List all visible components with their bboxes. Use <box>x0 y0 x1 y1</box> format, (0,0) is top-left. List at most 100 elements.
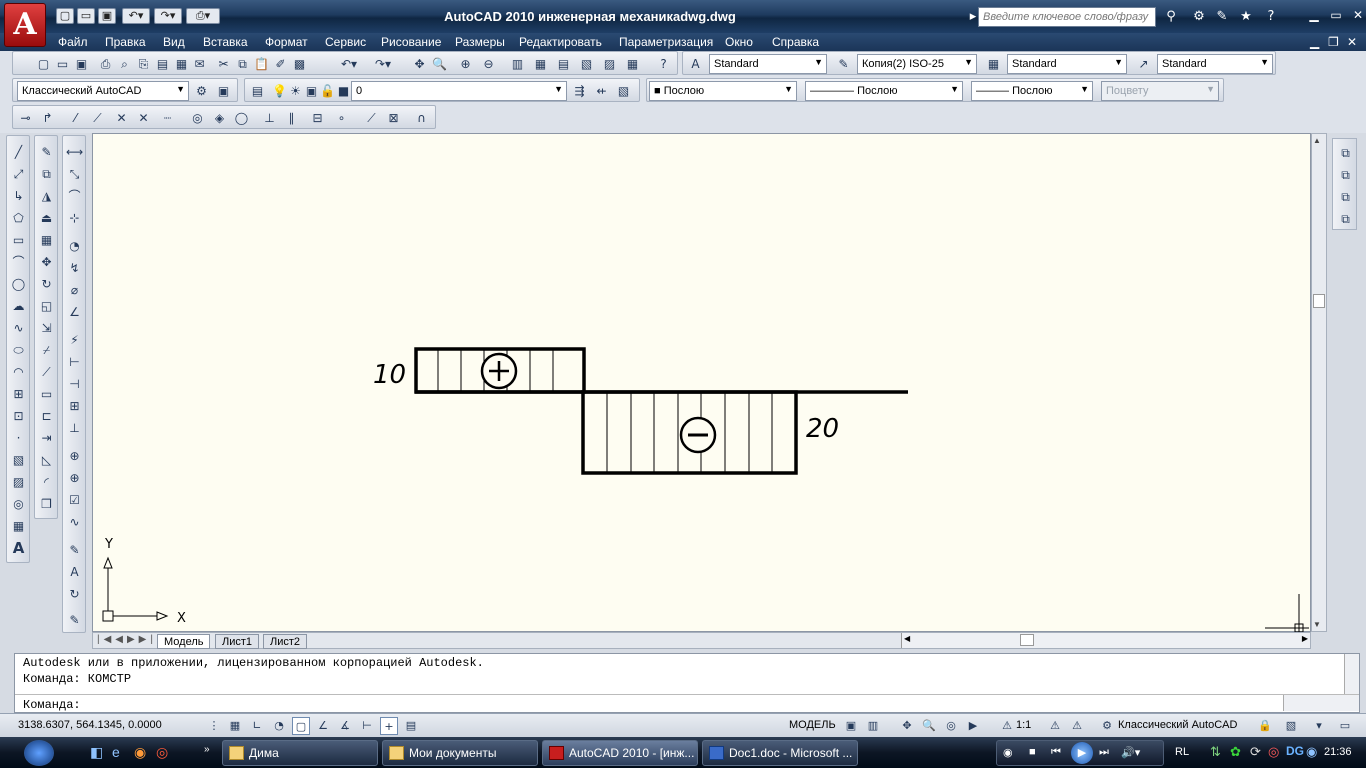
quick-view-layouts-icon[interactable]: ▣ <box>842 717 860 735</box>
send-to-back-icon[interactable]: ⧉ <box>1337 167 1354 184</box>
ellipse-arc-icon[interactable]: ◠ <box>10 364 27 381</box>
3d-print-icon[interactable]: ▤ <box>154 55 171 72</box>
text-style-icon[interactable]: A <box>687 55 704 72</box>
zoom-window-icon[interactable]: ⊕ <box>457 55 474 72</box>
vertical-scroll-thumb[interactable] <box>1313 294 1325 308</box>
info-center-search-input[interactable]: Введите ключевое слово/фразу <box>978 7 1156 27</box>
annotation-scale-value[interactable]: 1:1 <box>1016 719 1031 731</box>
table-icon[interactable]: ▦ <box>10 518 27 535</box>
help-icon[interactable]: ? <box>1262 8 1280 25</box>
snap-perpendicular-icon[interactable]: ⊥ <box>261 109 278 126</box>
showmotion-icon[interactable]: ▶ <box>964 717 982 735</box>
menu-help[interactable]: Справка <box>772 35 819 49</box>
close-window-icon[interactable]: ✕ <box>1347 8 1366 24</box>
object-snap-icon[interactable]: ▢ <box>292 717 310 735</box>
copy-object-icon[interactable]: ⧉ <box>38 166 55 183</box>
properties-icon[interactable]: ▥ <box>509 55 526 72</box>
tab-navigation-arrows-icon[interactable]: |◀◀▶▶| <box>97 634 157 645</box>
opera-icon[interactable]: ◎ <box>156 744 168 761</box>
snap-endpoint-icon[interactable]: ⁄ <box>67 109 84 126</box>
doc-restore-icon[interactable]: ❐ <box>1328 35 1339 49</box>
linetype-select[interactable]: ———— Послою ▼ <box>805 81 963 101</box>
break-icon[interactable]: ⊏ <box>38 408 55 425</box>
quick-view-drawings-icon[interactable]: ▥ <box>864 717 882 735</box>
zoom-realtime-icon[interactable]: 🔍 <box>431 55 448 72</box>
diameter-dimension-icon[interactable]: ⌀ <box>66 282 83 299</box>
join-icon[interactable]: ⇥ <box>38 430 55 447</box>
scroll-down-icon[interactable]: ▼ <box>1313 620 1321 629</box>
gradient-icon[interactable]: ▨ <box>10 474 27 491</box>
region-icon[interactable]: ◎ <box>10 496 27 513</box>
polar-tracking-icon[interactable]: ◔ <box>270 717 288 735</box>
workspace-save-icon[interactable]: ▣ <box>215 82 232 99</box>
toolbar-lock-icon[interactable]: 🔒 <box>1256 717 1274 735</box>
doc-minimize-icon[interactable]: ▁ <box>1310 35 1319 49</box>
scale-icon[interactable]: ◱ <box>38 298 55 315</box>
status-menu-icon[interactable]: ▾ <box>1310 717 1328 735</box>
layer-properties-icon[interactable]: ▤ <box>249 82 266 99</box>
dimension-space-icon[interactable]: ⊞ <box>66 398 83 415</box>
lineweight-select[interactable]: ——— Послою ▼ <box>971 81 1093 101</box>
dimension-style-select[interactable]: Копия(2) ISO-25 ▼ <box>857 54 977 74</box>
table-style-icon[interactable]: ▦ <box>985 55 1002 72</box>
language-indicator[interactable]: RL <box>1175 746 1189 758</box>
extend-icon[interactable]: ⟋ <box>38 364 55 381</box>
communication-center-icon[interactable]: ⚙ <box>1190 8 1208 25</box>
multileader-style-select[interactable]: Standard ▼ <box>1157 54 1273 74</box>
save-icon[interactable]: ▣ <box>73 55 90 72</box>
vertical-scrollbar[interactable]: ▲ ▼ <box>1311 133 1327 632</box>
send-under-icon[interactable]: ⧉ <box>1337 211 1354 228</box>
ordinate-dimension-icon[interactable]: ⊹ <box>66 210 83 227</box>
snap-from-icon[interactable]: ↱ <box>39 109 56 126</box>
taskbar-item-word[interactable]: Doc1.doc - Microsoft ... <box>702 740 858 766</box>
3d-osnap-icon[interactable]: ∠ <box>314 717 332 735</box>
design-center-icon[interactable]: ▦ <box>532 55 549 72</box>
menu-insert[interactable]: Вставка <box>203 35 248 49</box>
workspace-select[interactable]: Классический AutoCAD ▼ <box>17 81 189 101</box>
firefox-icon[interactable]: ◉ <box>134 744 146 761</box>
save-icon[interactable]: ▣ <box>98 8 116 24</box>
scroll-up-icon[interactable]: ▲ <box>1313 136 1321 145</box>
spline-icon[interactable]: ∿ <box>10 320 27 337</box>
open-icon[interactable]: ▭ <box>54 55 71 72</box>
ortho-mode-icon[interactable]: ∟ <box>248 717 266 735</box>
make-block-icon[interactable]: ⊡ <box>10 408 27 425</box>
markup-icon[interactable]: ▨ <box>601 55 618 72</box>
plot-icon[interactable]: ⎙▾ <box>186 8 220 24</box>
media-stop-icon[interactable]: ■ <box>1029 746 1036 758</box>
block-editor-icon[interactable]: ▩ <box>291 55 308 72</box>
center-mark-icon[interactable]: ⊕ <box>66 470 83 487</box>
taskbar-item-autocad[interactable]: AutoCAD 2010 - [инж... <box>542 740 698 766</box>
polygon-icon[interactable]: ⬠ <box>10 210 27 227</box>
qnew-icon[interactable]: ▢ <box>35 55 52 72</box>
sheet-set-icon[interactable]: ▧ <box>578 55 595 72</box>
insert-block-icon[interactable]: ⊞ <box>10 386 27 403</box>
paste-icon[interactable]: 📋 <box>253 55 270 72</box>
snap-insert-icon[interactable]: ⊟ <box>309 109 326 126</box>
media-menu-icon[interactable]: ◉ <box>1003 746 1013 759</box>
horizontal-scrollbar[interactable]: ◀ ▶ <box>901 633 1310 648</box>
dimension-style-icon[interactable]: ✎ <box>835 55 852 72</box>
cut-icon[interactable]: ✂ <box>215 55 232 72</box>
taskbar-item-my-documents[interactable]: Мои документы <box>382 740 538 766</box>
baseline-dimension-icon[interactable]: ⊢ <box>66 354 83 371</box>
undo-toolbar-icon[interactable]: ↶▾ <box>335 55 363 72</box>
grid-display-icon[interactable]: ▦ <box>226 717 244 735</box>
menu-dimension[interactable]: Размеры <box>455 35 505 49</box>
tray-network-icon[interactable]: ⇅ <box>1210 744 1221 760</box>
dimension-edit-icon[interactable]: ✎ <box>66 542 83 559</box>
publish-icon[interactable]: ⎘ <box>135 55 152 72</box>
menu-window[interactable]: Окно <box>725 35 753 49</box>
multileader-style-icon[interactable]: ↗ <box>1135 55 1152 72</box>
snap-midpoint-icon[interactable]: ⟋ <box>89 109 106 126</box>
tray-opera-icon[interactable]: ◎ <box>1268 744 1279 760</box>
maximize-window-icon[interactable]: ▭ <box>1325 8 1347 24</box>
clean-screen-icon[interactable]: ▭ <box>1336 717 1354 735</box>
arc-icon[interactable]: ⌒ <box>10 254 27 271</box>
layer-previous-icon[interactable]: ⇷ <box>593 82 610 99</box>
snap-node-icon[interactable]: ∘ <box>333 109 350 126</box>
menu-file[interactable]: Файл <box>58 35 88 49</box>
circle-icon[interactable]: ◯ <box>10 276 27 293</box>
dynamic-ucs-icon[interactable]: ⊢ <box>358 717 376 735</box>
dimension-break-icon[interactable]: ⊥ <box>66 420 83 437</box>
